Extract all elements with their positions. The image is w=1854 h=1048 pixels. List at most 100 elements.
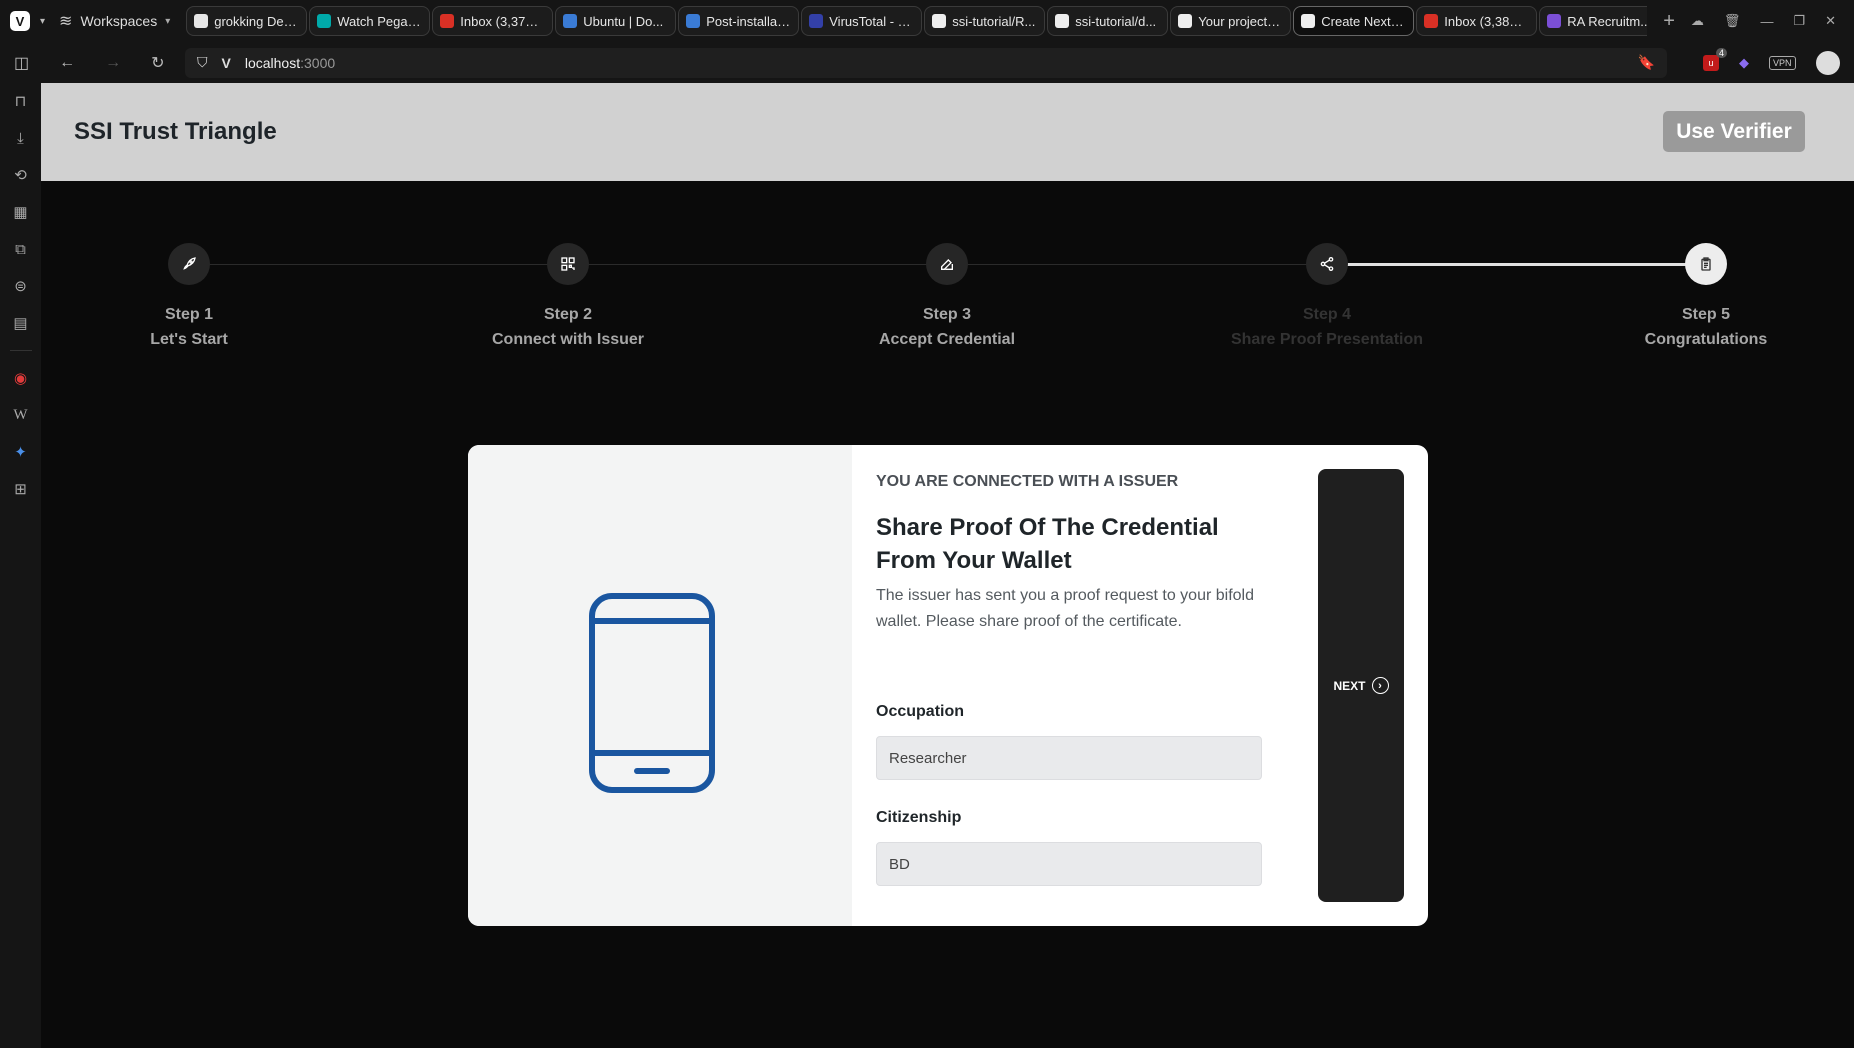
occupation-label: Occupation xyxy=(876,703,965,720)
trash-icon[interactable]: 🗑 xyxy=(1724,13,1741,29)
panel-toggle-icon[interactable]: ◫ xyxy=(14,53,29,73)
chevron-down-icon[interactable]: ▾ xyxy=(40,16,45,27)
browser-tab[interactable]: Inbox (3,379)... xyxy=(432,6,554,36)
tab-title: Ubuntu | Do... xyxy=(583,13,664,29)
browser-tab[interactable]: Inbox (3,380)... xyxy=(1416,6,1538,36)
step-2[interactable]: Step 2 Connect with Issuer xyxy=(448,243,688,349)
shield-icon[interactable]: ⛉ xyxy=(197,54,208,71)
back-button[interactable]: ← xyxy=(59,54,75,72)
nextjs-icon xyxy=(1301,14,1316,28)
rocket-icon xyxy=(168,243,210,285)
github-icon xyxy=(932,14,947,28)
gmail-icon xyxy=(1424,14,1439,28)
use-verifier-button[interactable]: Use Verifier xyxy=(1663,111,1805,152)
web-page: SSI Trust Triangle Use Verifier Step 1 L… xyxy=(41,83,1854,1048)
profile-avatar[interactable] xyxy=(1815,50,1840,75)
citizenship-field[interactable] xyxy=(876,842,1262,886)
url-port: :3000 xyxy=(300,54,336,71)
wikipedia-panel-icon[interactable]: W xyxy=(11,405,31,425)
clipboard-icon xyxy=(1685,243,1727,285)
tab-title: Watch Pegas... xyxy=(337,13,423,29)
add-panel-icon[interactable]: ⊞ xyxy=(11,479,31,499)
occupation-field[interactable] xyxy=(876,736,1262,780)
globe-icon xyxy=(1178,14,1193,28)
browser-tab-bar: V ▾ ≋ Workspaces ▾ grokking Dee... Watch … xyxy=(0,0,1854,42)
close-window-button[interactable]: ✕ xyxy=(1825,13,1836,29)
step-name: Let's Start xyxy=(150,331,228,348)
vivaldi-logo-icon: V xyxy=(10,11,30,31)
history-panel-icon[interactable]: ⟲ xyxy=(11,165,31,185)
workspaces-label: Workspaces xyxy=(80,13,158,29)
tab-title: Create Next Ap xyxy=(1321,13,1407,29)
forward-button[interactable]: → xyxy=(105,54,121,72)
browser-tab[interactable]: ssi-tutorial/R... xyxy=(924,6,1046,36)
app-header: SSI Trust Triangle Use Verifier xyxy=(41,83,1854,181)
browser-tab[interactable]: RA Recruitm... xyxy=(1539,6,1648,36)
github-icon xyxy=(1055,14,1070,28)
browser-tab[interactable]: Watch Pegas... xyxy=(309,6,431,36)
new-tab-button[interactable]: + xyxy=(1663,10,1675,33)
reload-button[interactable]: ↻ xyxy=(151,53,164,73)
tab-title: ssi-tutorial/d... xyxy=(1075,13,1157,29)
proof-card: YOU ARE CONNECTED WITH A ISSUER Share Pr… xyxy=(468,445,1428,926)
browser-tab[interactable]: Post-installat... xyxy=(678,6,800,36)
next-button[interactable]: NEXT › xyxy=(1318,469,1404,902)
card-heading: Share Proof Of The Credential From Your … xyxy=(876,514,1219,574)
step-3[interactable]: Step 3 Accept Credential xyxy=(827,243,1067,349)
step-1[interactable]: Step 1 Let's Start xyxy=(69,243,309,349)
browser-tab[interactable]: Create Next Ap xyxy=(1293,6,1415,36)
translate-panel-icon[interactable]: ⧉ xyxy=(11,239,31,259)
notes-panel-icon[interactable]: ▤ xyxy=(11,313,31,333)
chevron-down-icon: ▾ xyxy=(165,15,171,27)
tab-title: VirusTotal - Fi... xyxy=(829,13,915,29)
tab-title: Inbox (3,379)... xyxy=(460,13,546,29)
minimize-button[interactable]: — xyxy=(1760,14,1773,29)
globe-icon xyxy=(686,14,701,28)
tab-title: Post-installat... xyxy=(706,13,792,29)
vivaldi-menu-button[interactable]: V xyxy=(0,0,40,42)
page-title: SSI Trust Triangle xyxy=(74,118,277,145)
step-name: Accept Credential xyxy=(878,331,1016,348)
next-label: NEXT xyxy=(1333,678,1366,693)
bookmark-icon[interactable]: 🔖 xyxy=(1638,54,1655,71)
card-description: The issuer has sent you a proof request … xyxy=(876,587,1254,630)
tab-title: Inbox (3,380)... xyxy=(1444,13,1530,29)
ublock-extension-icon[interactable]: u4 xyxy=(1703,47,1727,71)
browser-tab[interactable]: Ubuntu | Do... xyxy=(555,6,677,36)
illustration-panel xyxy=(468,445,852,926)
url-host: localhost xyxy=(244,54,301,71)
downloads-panel-icon[interactable]: ⤓ xyxy=(11,128,31,148)
address-bar-row: ◫ ← → ↻ ⛉ V localhost:3000 🔖 u4 ◆ VPN xyxy=(0,42,1854,83)
bookmarks-panel-icon[interactable]: ⊓ xyxy=(11,91,31,111)
vpn-button[interactable]: VPN xyxy=(1769,55,1796,70)
edit-icon xyxy=(926,243,968,285)
book-icon xyxy=(194,14,209,28)
ai-panel-icon[interactable]: ✦ xyxy=(11,442,31,462)
browser-tab[interactable]: Your projects... xyxy=(1170,6,1292,36)
mail-panel-icon[interactable]: ⊜ xyxy=(11,276,31,296)
stepper: Step 1 Let's Start Step 2 Connect with I… xyxy=(41,243,1854,363)
extension-diamond-icon[interactable]: ◆ xyxy=(1739,55,1749,71)
step-name: Share Proof Presentation xyxy=(1230,331,1424,348)
step-5[interactable]: Step 5 Congratulations xyxy=(1586,243,1826,349)
s-logo-icon xyxy=(317,14,332,28)
tab-strip: grokking Dee... Watch Pegas... Inbox (3,37… xyxy=(186,6,1648,36)
browser-tab[interactable]: VirusTotal - Fi... xyxy=(801,6,923,36)
maximize-button[interactable]: ❐ xyxy=(1793,13,1805,29)
form-icon xyxy=(1547,14,1562,28)
calendar-panel-icon[interactable]: ▦ xyxy=(11,202,31,222)
vivaldi-panel-icon[interactable]: ◉ xyxy=(11,368,31,388)
cloud-sync-icon[interactable]: ☁ xyxy=(1691,13,1704,29)
step-4[interactable]: Step 4 Share Proof Presentation xyxy=(1207,243,1447,349)
sidebar-divider xyxy=(9,350,32,351)
workspaces-button[interactable]: ≋ Workspaces ▾ xyxy=(59,11,170,31)
browser-tab[interactable]: grokking Dee... xyxy=(186,6,308,36)
citizenship-label: Citizenship xyxy=(876,809,962,826)
browser-tab[interactable]: ssi-tutorial/d... xyxy=(1047,6,1169,36)
step-number: Step 3 xyxy=(922,306,971,323)
virustotal-icon xyxy=(809,14,824,28)
layers-icon: ≋ xyxy=(59,13,73,30)
smartphone-icon xyxy=(589,593,715,793)
qr-code-icon xyxy=(547,243,589,285)
url-field[interactable]: ⛉ V localhost:3000 🔖 xyxy=(185,47,1667,78)
